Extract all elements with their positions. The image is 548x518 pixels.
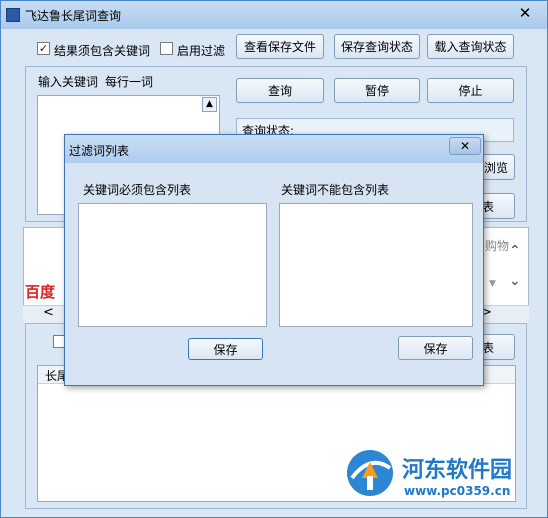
filter-dialog: 过滤词列表 ✕ 关键词必须包含列表 关键词不能包含列表 保存 保存 bbox=[64, 134, 484, 386]
save-include-button[interactable]: 保存 bbox=[188, 338, 263, 360]
save-exclude-button[interactable]: 保存 bbox=[398, 336, 473, 360]
require-keyword-checkbox[interactable]: ✓ bbox=[37, 42, 50, 55]
enable-filter-checkbox[interactable] bbox=[160, 42, 173, 55]
baidu-logo: 百度 bbox=[25, 283, 56, 301]
close-icon[interactable]: ✕ bbox=[509, 3, 541, 23]
scroll-up-icon[interactable]: ▲ bbox=[202, 97, 217, 112]
goods-fragment: 购物 bbox=[485, 239, 510, 253]
app-icon bbox=[6, 8, 20, 22]
watermark-logo-icon bbox=[347, 450, 393, 496]
input-hint: 每行一词 bbox=[105, 75, 154, 89]
dropdown-arrow-icon[interactable]: ▼ bbox=[489, 279, 496, 289]
require-keyword-label: 结果须包含关键词 bbox=[54, 44, 151, 58]
dialog-title: 过滤词列表 bbox=[69, 144, 130, 158]
title-bar: 飞达鲁长尾词查询 ✕ bbox=[1, 1, 547, 29]
chevron-up-icon[interactable]: ⌃ bbox=[509, 243, 521, 259]
enable-filter-label: 启用过滤 bbox=[177, 44, 226, 58]
dialog-title-bar: 过滤词列表 ✕ bbox=[65, 135, 483, 163]
save-state-button[interactable]: 保存查询状态 bbox=[334, 34, 420, 59]
watermark-name: 河东软件园 bbox=[402, 458, 513, 483]
load-state-button[interactable]: 载入查询状态 bbox=[427, 34, 514, 59]
chevron-down-icon[interactable]: ⌄ bbox=[509, 273, 521, 289]
watermark-url: www.pc0359.cn bbox=[404, 484, 511, 498]
must-exclude-list[interactable] bbox=[279, 203, 473, 327]
view-saved-button[interactable]: 查看保存文件 bbox=[236, 34, 324, 59]
pause-button[interactable]: 暂停 bbox=[334, 78, 420, 103]
query-button[interactable]: 查询 bbox=[236, 78, 324, 103]
must-include-list[interactable] bbox=[78, 203, 267, 327]
window-title: 飞达鲁长尾词查询 bbox=[25, 9, 122, 23]
must-include-label: 关键词必须包含列表 bbox=[83, 183, 192, 197]
input-label: 输入关键词 bbox=[38, 75, 99, 89]
dialog-close-icon[interactable]: ✕ bbox=[449, 137, 481, 155]
scroll-left-icon[interactable]: < bbox=[43, 305, 54, 320]
must-exclude-label: 关键词不能包含列表 bbox=[281, 183, 390, 197]
stop-button[interactable]: 停止 bbox=[427, 78, 514, 103]
